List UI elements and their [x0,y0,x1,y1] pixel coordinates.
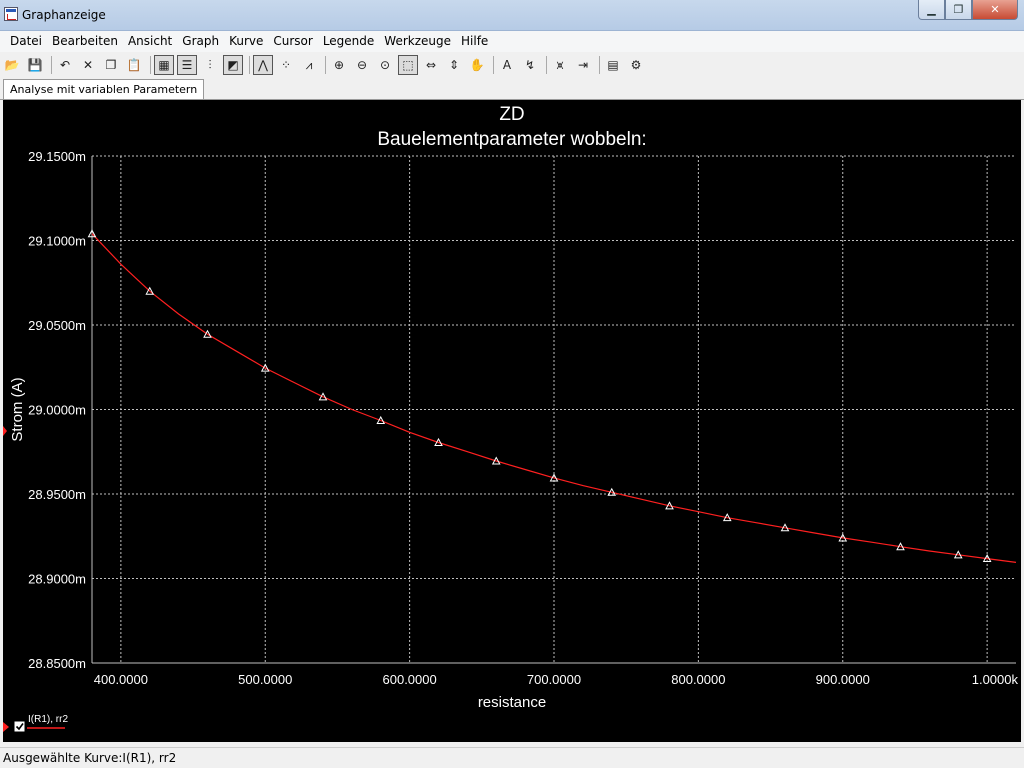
y-tick-label: 29.1500m [28,149,86,164]
zoom-area-icon[interactable]: ⬚ [398,55,418,75]
y-axis-selection-marker-icon [3,426,7,436]
x-axis-label: resistance [478,694,546,711]
title-bar: Graphanzeige ▁ ❐ ✕ [0,0,1024,31]
show-points-icon[interactable]: ⁘ [276,55,296,75]
show-lines-icon[interactable]: ⋀ [253,55,273,75]
toolbar: 📂 💾 ↶ ✕ ❐ 📋 ▦ ☰ ⫶ ◩ ⋀ ⁘ ⩘ ⊕ ⊖ ⊙ ⬚ ⇔ ⇕ ✋ A ↯ ⩙ ⇥ ▤ ⚙ [0,53,1024,77]
export-icon[interactable]: ▤ [603,55,623,75]
show-lines-points-icon[interactable]: ⩘ [299,55,319,75]
reverse-colors-icon[interactable]: ◩ [223,55,243,75]
copy-icon[interactable]: ❐ [101,55,121,75]
paste-icon[interactable]: 📋 [124,55,144,75]
toolbar-separator [249,56,250,74]
menu-graph[interactable]: Graph [177,31,224,52]
close-icon: ✕ [990,3,1000,16]
tab-analysis[interactable]: Analyse mit variablen Parametern [3,79,205,99]
status-text: Ausgewählte Kurve:I(R1), rr2 [3,751,177,765]
menu-bar: Datei Bearbeiten Ansicht Graph Kurve Cursor Le… [0,31,1024,52]
toolbar-separator [325,56,326,74]
menu-datei[interactable]: Datei [0,31,47,52]
y-tick-label: 28.9000m [28,572,86,587]
toolbar-separator [599,56,600,74]
pan-hand-icon[interactable]: ✋ [467,55,487,75]
y-tick-label: 28.8500m [28,656,86,671]
x-tick-label: 500.0000 [238,672,292,687]
zoom-full-icon[interactable]: ⊙ [375,55,395,75]
save-icon[interactable]: 💾 [25,55,45,75]
chart-subtitle: Bauelementparameter wobbeln: [377,129,646,150]
close-button[interactable]: ✕ [972,0,1018,20]
zoom-x-icon[interactable]: ⇔ [421,55,441,75]
undo-icon[interactable]: ↶ [55,55,75,75]
status-bar: Ausgewählte Kurve:I(R1), rr2 [0,747,1024,768]
open-icon[interactable]: 📂 [2,55,22,75]
tab-strip: Analyse mit variablen Parametern [0,78,1024,100]
y-tick-label: 28.9500m [28,487,86,502]
properties-icon[interactable]: ⚙ [626,55,646,75]
toolbar-separator [546,56,547,74]
x-tick-label: 600.0000 [383,672,437,687]
minimize-icon: ▁ [927,3,936,16]
cursor-marker-icon[interactable]: ⇥ [573,55,593,75]
legend-icon[interactable]: ☰ [177,55,197,75]
app-graph-icon [4,7,18,21]
toolbar-separator [51,56,52,74]
maximize-button[interactable]: ❐ [945,0,972,20]
probe-icon[interactable]: ↯ [520,55,540,75]
legend-entry-label: I(R1), rr2 [28,714,68,725]
x-tick-label: 700.0000 [527,672,581,687]
selected-curve-marker-icon [3,722,9,732]
toolbar-separator [150,56,151,74]
text-tool-icon[interactable]: A [497,55,517,75]
menu-hilfe[interactable]: Hilfe [456,31,493,52]
x-tick-label: 900.0000 [816,672,870,687]
graph-plot[interactable]: ZD Bauelementparameter wobbeln: 28.8500m 28… [3,100,1021,742]
minimize-button[interactable]: ▁ [918,0,945,20]
window-title: Graphanzeige [22,8,106,22]
y-tick-label: 29.0500m [28,318,86,333]
y-tick-label: 29.1000m [28,234,86,249]
menu-ansicht[interactable]: Ansicht [123,31,177,52]
menu-werkzeuge[interactable]: Werkzeuge [379,31,456,52]
menu-bearbeiten[interactable]: Bearbeiten [47,31,123,52]
cursor-icon[interactable]: ⩙ [550,55,570,75]
chart-svg[interactable]: ZD Bauelementparameter wobbeln: 28.8500m 28… [3,100,1021,742]
menu-legende[interactable]: Legende [318,31,379,52]
y-axis-label: Strom (A) [9,377,26,441]
zoom-out-icon[interactable]: ⊖ [352,55,372,75]
zoom-y-icon[interactable]: ⇕ [444,55,464,75]
menu-kurve[interactable]: Kurve [224,31,268,52]
x-tick-label: 400.0000 [94,672,148,687]
chart-title: ZD [499,104,524,125]
zoom-in-icon[interactable]: ⊕ [329,55,349,75]
select-marks-icon[interactable]: ⫶ [200,55,220,75]
x-tick-label: 800.0000 [671,672,725,687]
y-tick-label: 29.0000m [28,403,86,418]
x-tick-label: 1.0000k [972,672,1019,687]
grid-icon[interactable]: ▦ [154,55,174,75]
menu-cursor[interactable]: Cursor [268,31,317,52]
window-controls: ▁ ❐ ✕ [918,0,1018,20]
toolbar-separator [493,56,494,74]
restore-icon: ❐ [953,3,964,16]
cut-icon[interactable]: ✕ [78,55,98,75]
